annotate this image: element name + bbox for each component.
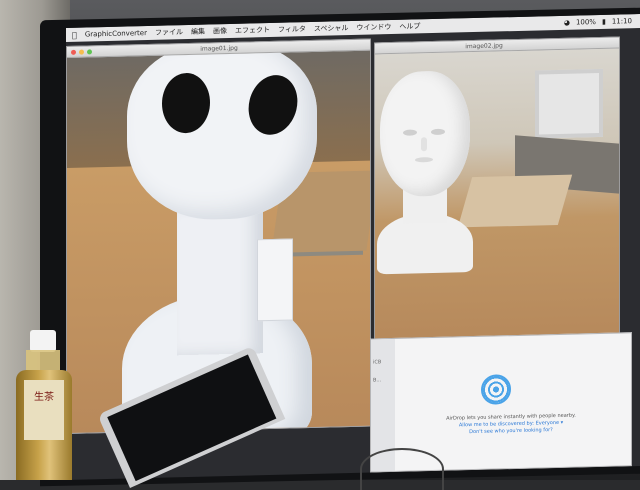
bottle-brand: 生茶 bbox=[34, 392, 54, 403]
minimize-icon[interactable] bbox=[79, 49, 84, 55]
clock[interactable]: 11:10 bbox=[612, 17, 632, 25]
battery-icon[interactable]: ▮ bbox=[602, 18, 606, 26]
sidebar-item[interactable]: iCB bbox=[373, 359, 393, 365]
mannequin-nose bbox=[421, 137, 427, 152]
bottle-label bbox=[24, 380, 64, 440]
menu-file[interactable]: ファイル bbox=[155, 27, 183, 38]
close-icon[interactable] bbox=[71, 49, 76, 55]
photo-mannequin-head bbox=[375, 48, 619, 360]
window-controls bbox=[71, 48, 92, 55]
menu-help[interactable]: ヘルプ bbox=[399, 21, 420, 32]
brown-paper bbox=[457, 174, 573, 228]
foam-head bbox=[127, 50, 317, 222]
sidebar-item[interactable]: B... bbox=[373, 377, 393, 383]
menu-effect[interactable]: エフェクト bbox=[235, 25, 270, 36]
mannequin-head bbox=[380, 70, 470, 198]
menubar-status: ◕ 100% ▮ 11:10 bbox=[564, 17, 640, 27]
foam-neck bbox=[177, 203, 263, 356]
apple-icon[interactable]:  bbox=[72, 30, 77, 39]
menubar-spacer bbox=[428, 23, 555, 26]
bottle-neck bbox=[26, 350, 60, 372]
airdrop-info: AirDrop lets you share instantly with pe… bbox=[401, 411, 621, 437]
tea-bottle: 生茶 bbox=[16, 330, 72, 480]
menu-window[interactable]: ウインドウ bbox=[356, 22, 391, 33]
menubar-app-name[interactable]: GraphicConverter bbox=[85, 29, 147, 39]
menu-edit[interactable]: 編集 bbox=[191, 27, 205, 37]
menu-filter[interactable]: フィルタ bbox=[278, 24, 306, 35]
image-window-right[interactable]: image02.jpg bbox=[374, 36, 620, 361]
foam-block bbox=[257, 238, 293, 322]
zoom-icon[interactable] bbox=[87, 48, 92, 54]
battery-percent[interactable]: 100% bbox=[576, 18, 596, 26]
shelf bbox=[535, 68, 603, 139]
cable bbox=[360, 448, 444, 490]
bottle-cap bbox=[30, 330, 56, 352]
menu-image[interactable]: 画像 bbox=[213, 26, 227, 36]
menu-special[interactable]: スペシャル bbox=[314, 23, 349, 34]
wifi-icon[interactable]: ◕ bbox=[564, 19, 570, 27]
airdrop-icon bbox=[481, 374, 511, 405]
